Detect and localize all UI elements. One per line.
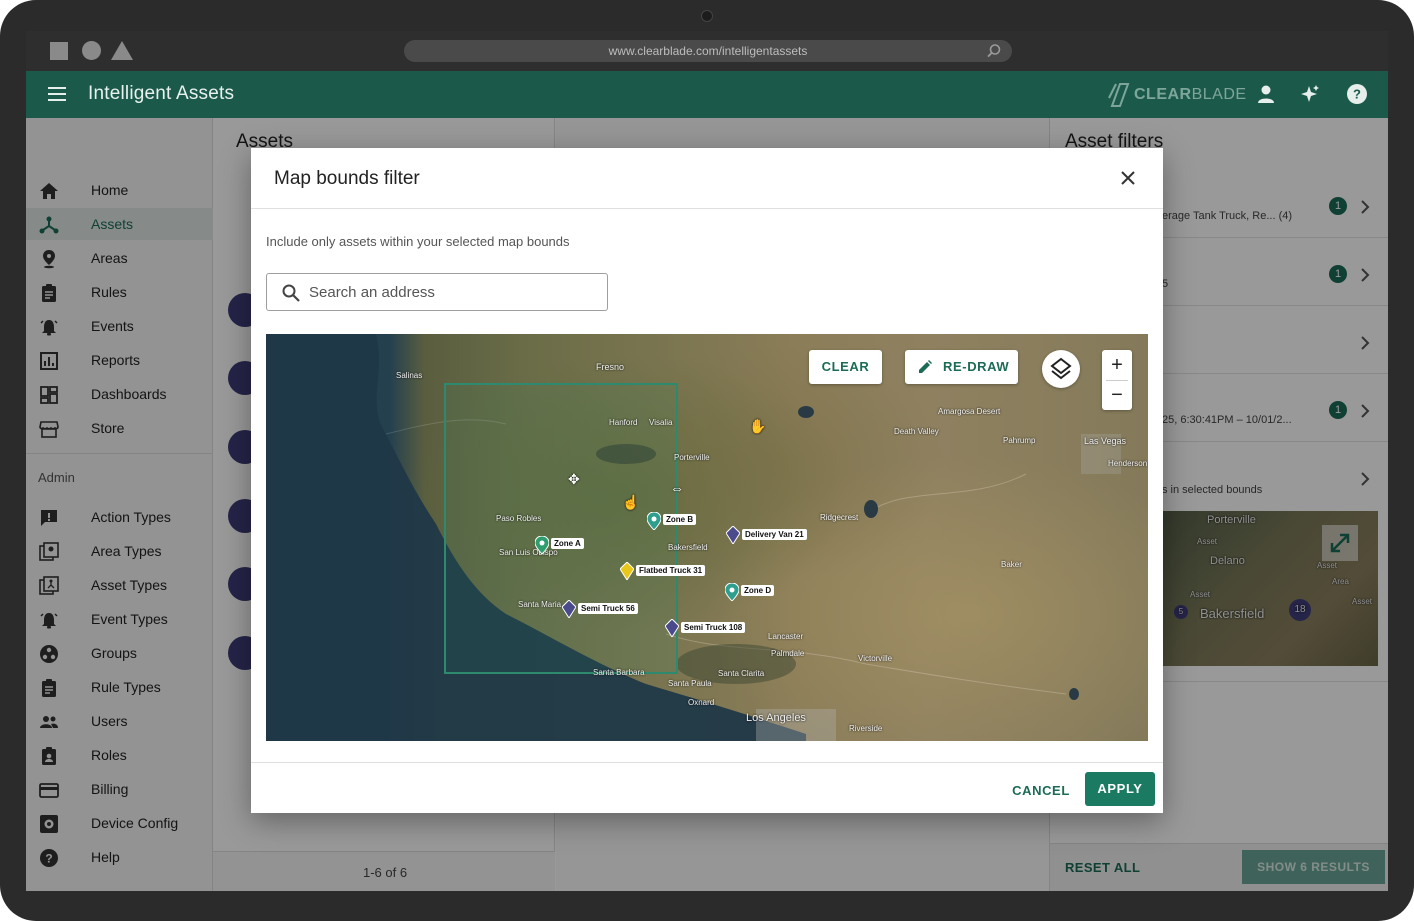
map-place-label: Santa Clarita [718,669,765,678]
hand-cursor-icon: ☝ [622,494,640,510]
map-place-label: Henderson [1108,459,1148,468]
zoom-out-button[interactable]: − [1102,380,1132,410]
zoom-control: + − [1102,350,1132,410]
url-bar[interactable]: www.clearblade.com/intelligentassets [404,40,1012,62]
apply-button[interactable]: APPLY [1085,772,1155,806]
map-place-label: Lancaster [768,632,804,641]
map-place-label: Las Vegas [1084,436,1127,446]
browser-bar: www.clearblade.com/intelligentassets [26,31,1388,71]
address-search-input[interactable] [309,280,589,304]
sparkle-icon[interactable] [1299,83,1321,105]
clearblade-logo: CLEARBLADE [1108,81,1247,109]
map-place-label: Santa Barbara [593,668,645,677]
zone-marker-icon[interactable] [535,536,549,554]
zone-a-label: Zone A [551,538,584,549]
map-place-label: Fresno [596,362,625,372]
dialog-description: Include only assets within your selected… [266,234,570,249]
search-icon [282,284,300,302]
dialog-title: Map bounds filter [274,168,420,189]
map-place-label: Death Valley [894,427,939,436]
help-icon[interactable]: ? [1346,83,1368,105]
satellite-map[interactable]: Fresno Salinas Hanford Visalia Portervil… [266,334,1148,741]
zone-marker-icon[interactable] [647,512,661,530]
device-frame: www.clearblade.com/intelligentassets Int… [0,0,1414,921]
zone-marker-icon[interactable] [725,583,739,601]
pencil-icon [919,360,932,373]
zone-b-label: Zone B [663,514,697,525]
redraw-button[interactable]: RE-DRAW [905,350,1018,384]
map-place-label: Bakersfield [668,543,708,552]
layers-button[interactable] [1042,350,1080,388]
map-place-label: Hanford [609,418,638,427]
semi-truck-56-label: Semi Truck 56 [578,603,638,614]
map-place-label: Amargosa Desert [938,407,1001,416]
zone-d-label: Zone D [741,585,775,596]
vehicle-marker-icon[interactable] [562,600,576,618]
map-bounds-selection[interactable] [444,383,678,674]
camera [701,10,713,22]
delivery-van-label: Delivery Van 21 [742,529,807,540]
map-place-label: Ridgecrest [820,513,859,522]
cancel-button[interactable]: CANCEL [1003,774,1079,808]
square-icon [50,42,68,60]
resize-cursor-icon: ⇔ [670,480,684,496]
address-search-field[interactable] [266,273,608,311]
map-bounds-dialog: Map bounds filter Include only assets wi… [251,148,1163,813]
search-icon[interactable] [986,43,1002,59]
map-place-label: Santa Paula [668,679,712,688]
logo-bold: CLEAR [1134,86,1192,103]
clear-button[interactable]: CLEAR [809,350,882,384]
logo-thin: BLADE [1191,86,1247,103]
redraw-label: RE-DRAW [943,359,1010,374]
map-place-label: Salinas [396,371,423,380]
layers-icon [1050,357,1072,380]
account-icon[interactable] [1255,83,1277,105]
map-place-label: Palmdale [771,649,805,658]
map-place-label: Los Angeles [746,712,806,724]
svg-text:?: ? [1353,87,1361,102]
move-cursor-icon: ✥ [568,471,580,487]
map-place-label: Baker [1001,560,1022,569]
dialog-footer-divider [251,762,1163,763]
menu-icon[interactable] [48,87,66,101]
triangle-icon [111,41,133,60]
flatbed-truck-label: Flatbed Truck 31 [636,565,706,576]
map-place-label: Paso Robles [496,514,542,523]
circle-icon [82,41,101,60]
app-title: Intelligent Assets [88,83,235,104]
map-place-label: Pahrump [1003,436,1036,445]
dialog-divider [251,208,1163,209]
screen: www.clearblade.com/intelligentassets Int… [26,31,1388,891]
vehicle-marker-icon[interactable] [726,526,740,544]
url-text: www.clearblade.com/intelligentassets [608,44,808,58]
zoom-in-button[interactable]: + [1102,350,1132,380]
map-place-label: Visalia [649,418,673,427]
logo-mark-icon [1108,83,1130,107]
app-header: Intelligent Assets CLEARBLADE ? [26,71,1388,118]
vehicle-marker-icon[interactable] [665,619,679,637]
close-icon[interactable] [1119,169,1137,187]
map-place-label: Santa Maria [518,600,562,609]
map-place-label: Porterville [674,453,710,462]
vehicle-marker-icon[interactable] [620,562,634,580]
grab-cursor-icon: ✋ [749,418,767,434]
map-place-label: Oxnard [688,698,715,707]
semi-truck-108-label: Semi Truck 108 [681,622,746,633]
map-place-label: Riverside [849,724,883,733]
map-place-label: Victorville [858,654,893,663]
